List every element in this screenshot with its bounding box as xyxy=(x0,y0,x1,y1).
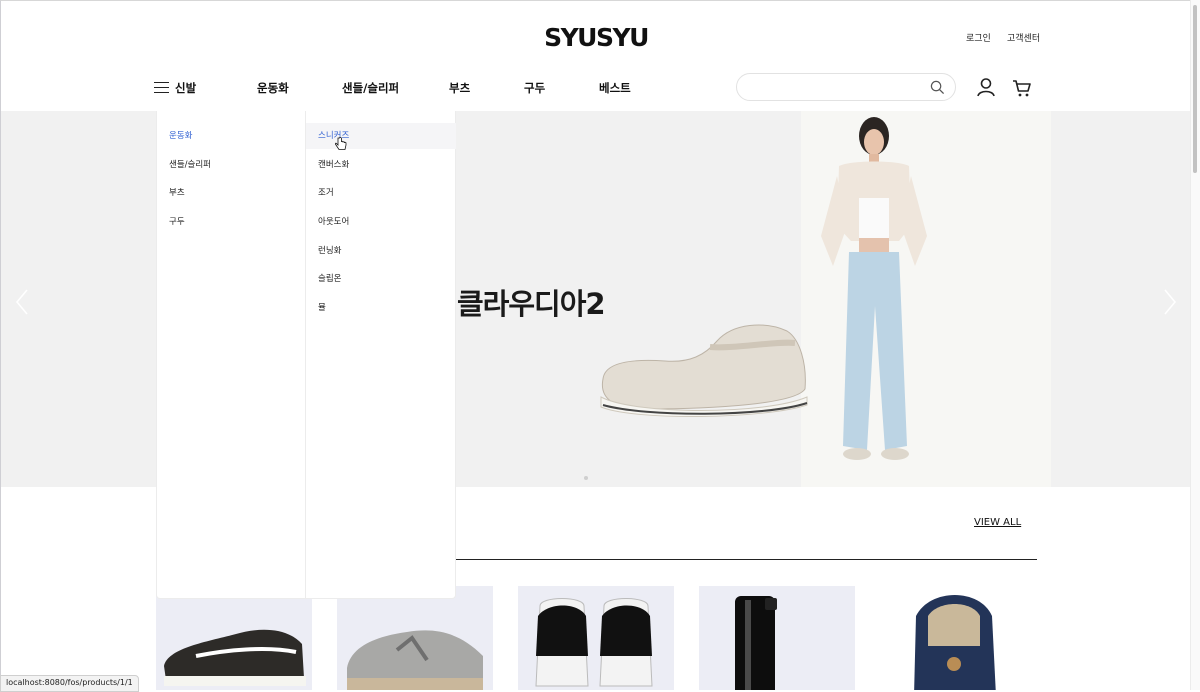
product-card[interactable] xyxy=(337,586,493,690)
section-divider xyxy=(455,559,1037,560)
hero-shoe-image xyxy=(600,324,808,418)
chevron-right-icon[interactable] xyxy=(1163,289,1177,315)
mega-menu: 운동화 샌들/슬리퍼 부츠 구두 스니커즈 캔버스화 조거 아웃도어 런닝화 슬… xyxy=(156,111,456,599)
slider-dot[interactable] xyxy=(584,476,588,480)
hand-pointer-cursor xyxy=(335,137,347,150)
nav-item-best[interactable]: 베스트 xyxy=(599,80,631,96)
menu-category-sandals[interactable]: 샌들/슬리퍼 xyxy=(169,158,211,170)
nav-item-sneakers[interactable]: 운동화 xyxy=(257,80,289,96)
search-input[interactable] xyxy=(749,79,928,97)
product-image-slides xyxy=(535,598,653,687)
nav-menu-shoes[interactable]: 신발 xyxy=(175,80,196,96)
nav-item-dress-shoes[interactable]: 구두 xyxy=(524,80,545,96)
hamburger-icon[interactable] xyxy=(154,82,169,93)
menu-sub-running[interactable]: 런닝화 xyxy=(318,244,341,256)
product-card[interactable] xyxy=(518,586,674,690)
hero-model-image xyxy=(821,117,927,460)
menu-category-sneakers[interactable]: 운동화 xyxy=(169,129,192,141)
product-card[interactable] xyxy=(156,586,312,690)
menu-sub-slip-on[interactable]: 슬립온 xyxy=(318,272,341,284)
status-bar-url: localhost:8080/fos/products/1/1 xyxy=(0,675,139,692)
chevron-left-icon[interactable] xyxy=(15,289,29,315)
menu-category-dress-shoes[interactable]: 구두 xyxy=(169,215,185,227)
product-image-loafer xyxy=(914,595,996,690)
page: SYUSYU 로그인 고객센터 신발 운동화 샌들/슬리퍼 부츠 구두 베스트 … xyxy=(0,0,1190,690)
user-icon[interactable] xyxy=(976,77,996,97)
view-all-link[interactable]: VIEW ALL xyxy=(974,517,1021,528)
menu-sub-mule[interactable]: 뮬 xyxy=(318,301,326,313)
menu-sub-outdoor[interactable]: 아웃도어 xyxy=(318,215,349,227)
scrollbar-thumb[interactable] xyxy=(1193,5,1197,173)
menu-sub-jogger[interactable]: 조거 xyxy=(318,186,334,198)
login-link[interactable]: 로그인 xyxy=(966,31,991,44)
menu-divider xyxy=(305,111,306,598)
cart-icon[interactable] xyxy=(1012,78,1032,98)
menu-sub-canvas[interactable]: 캔버스화 xyxy=(318,158,349,170)
product-image-skate-shoe xyxy=(164,629,306,686)
search-icon[interactable] xyxy=(930,80,945,95)
hero-title: 클라우디아2 xyxy=(457,287,606,321)
product-image-running-shoe xyxy=(347,630,483,690)
product-card[interactable] xyxy=(699,586,855,690)
nav-item-boots[interactable]: 부츠 xyxy=(449,80,470,96)
customer-center-link[interactable]: 고객센터 xyxy=(1007,31,1040,44)
product-card[interactable] xyxy=(880,586,1036,690)
menu-category-boots[interactable]: 부츠 xyxy=(169,186,185,198)
nav-item-sandals[interactable]: 샌들/슬리퍼 xyxy=(342,80,399,96)
search-box[interactable] xyxy=(736,73,956,101)
product-image-rain-boot xyxy=(735,596,777,690)
